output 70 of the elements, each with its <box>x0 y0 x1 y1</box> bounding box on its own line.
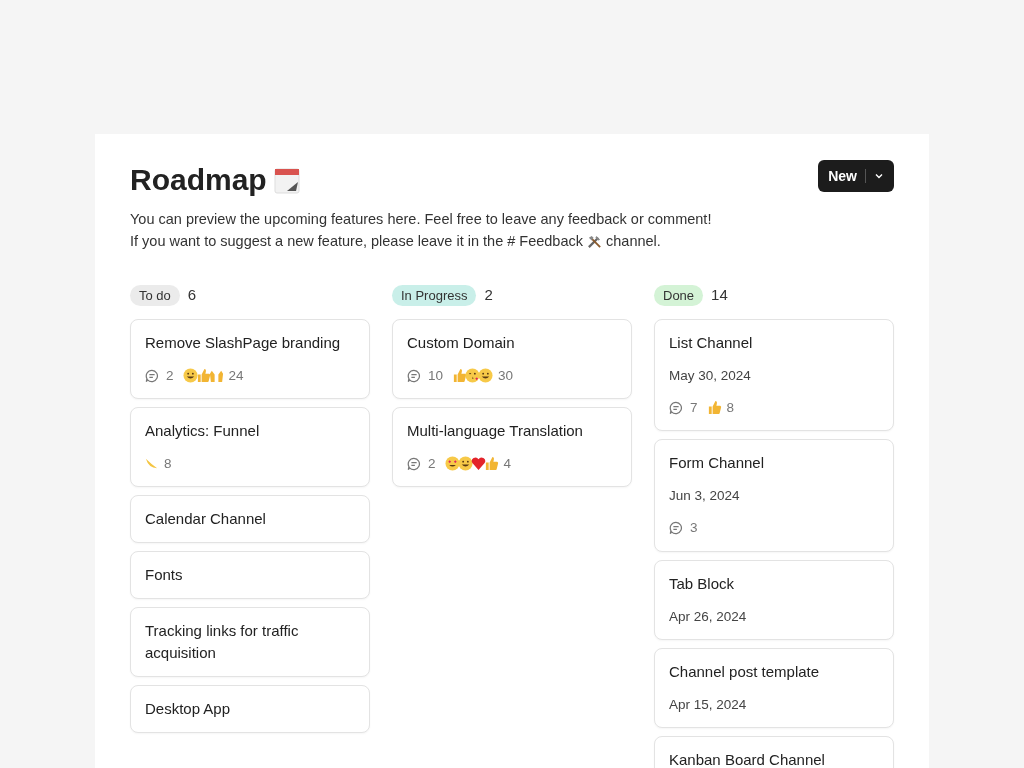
chevron-down-icon <box>874 171 884 181</box>
comment-count: 2 <box>428 454 436 473</box>
calendar-icon <box>272 165 301 195</box>
card[interactable]: Kanban Board Channel <box>654 736 894 768</box>
card-title: Analytics: Funnel <box>145 420 261 441</box>
tools-icon <box>587 233 602 249</box>
card-date: Apr 26, 2024 <box>669 607 748 626</box>
grinning-face-icon <box>478 368 494 384</box>
card-date: May 30, 2024 <box>669 366 752 385</box>
thumbs-up-icon <box>195 368 211 384</box>
column-count: 14 <box>711 285 728 305</box>
description-text: channel. <box>606 232 661 251</box>
card[interactable]: Remove SlashPage branding 2 24 <box>130 318 370 399</box>
card-title: Kanban Board Channel <box>669 750 826 768</box>
description-text: If you want to suggest a new feature, please leave it in the <box>130 232 504 251</box>
heart-icon <box>470 456 486 472</box>
description-text: You can preview the upcoming features here. Feel free to leave any feedback or comment! <box>130 210 713 229</box>
card-title: Remove SlashPage branding <box>145 332 342 353</box>
status-badge: Done <box>654 284 704 306</box>
card-title: Multi-language Translation <box>407 420 584 441</box>
card-title: Calendar Channel <box>145 509 267 529</box>
comment-icon <box>669 521 683 536</box>
card-title: Form Channel <box>669 453 766 473</box>
thumbs-up-icon <box>483 456 499 472</box>
card[interactable]: Analytics: Funnel 8 <box>130 406 370 487</box>
comment-icon <box>669 400 683 415</box>
card-title: List Channel <box>669 332 754 353</box>
grinning-face-icon <box>457 456 473 472</box>
column-count: 6 <box>187 285 197 305</box>
comment-count: 7 <box>690 398 698 417</box>
reaction-count: 24 <box>228 366 244 385</box>
comment-count: 2 <box>166 366 174 385</box>
comment-icon <box>145 368 159 383</box>
card[interactable]: Form Channel Jun 3, 2024 3 <box>654 439 894 552</box>
kissing-face-icon <box>465 368 481 384</box>
comment-icon <box>407 368 421 383</box>
card-title: Tab Block <box>669 573 736 594</box>
new-button[interactable]: New <box>818 160 894 192</box>
card[interactable]: List Channel May 30, 2024 7 8 <box>654 318 894 431</box>
channel-link[interactable]: # Feedback <box>507 230 583 252</box>
page-title: Roadmap <box>130 162 267 198</box>
card-title: Custom Domain <box>407 332 516 353</box>
card[interactable]: Calendar Channel <box>130 495 370 543</box>
card-title: Channel post template <box>669 661 821 682</box>
card[interactable]: Multi-language Translation 2 4 <box>392 406 632 487</box>
card-title: Desktop App <box>145 699 232 719</box>
heart-eyes-face-icon <box>444 456 460 472</box>
card[interactable]: Tab Block Apr 26, 2024 <box>654 559 894 640</box>
card-title: Fonts <box>145 565 184 585</box>
card[interactable]: Tracking links for traffic acquisition <box>130 607 370 677</box>
reaction-count: 30 <box>498 366 514 385</box>
comment-count: 10 <box>428 366 444 385</box>
column-count: 2 <box>484 285 493 305</box>
card[interactable]: Desktop App <box>130 685 370 733</box>
comment-count: 3 <box>690 519 698 538</box>
reaction-count: 8 <box>164 454 172 473</box>
thumbs-up-icon <box>706 400 722 416</box>
status-badge: In Progress <box>392 284 477 306</box>
comment-icon <box>407 456 421 471</box>
thumbs-up-icon <box>452 368 468 384</box>
card-date: Apr 15, 2024 <box>669 695 748 714</box>
status-badge: To do <box>130 284 180 306</box>
reaction-count: 8 <box>726 398 735 417</box>
card-title: Tracking links for traffic acquisition <box>145 621 300 663</box>
card[interactable]: Channel post template Apr 15, 2024 <box>654 647 894 728</box>
card[interactable]: Fonts <box>130 551 370 599</box>
reaction-count: 4 <box>503 454 512 473</box>
card[interactable]: Custom Domain 10 30 <box>392 318 632 399</box>
grinning-face-icon <box>182 368 198 384</box>
card-date: Jun 3, 2024 <box>669 487 741 505</box>
